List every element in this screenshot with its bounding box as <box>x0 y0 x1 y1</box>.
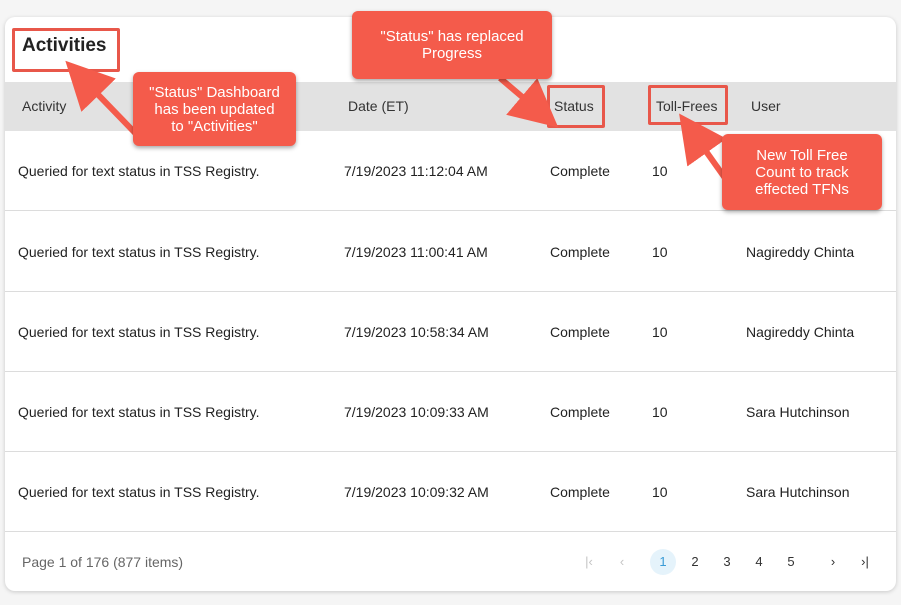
page-button-1[interactable]: 1 <box>650 549 676 575</box>
cell-activity: Queried for text status in TSS Registry. <box>18 404 260 420</box>
status-callout: "Status" has replaced Progress <box>352 11 552 79</box>
cell-toll-frees: 10 <box>652 404 668 420</box>
page-button-4[interactable]: 4 <box>746 549 772 575</box>
table-footer: Page 1 of 176 (877 items) |‹ ‹ 1 2 3 4 5… <box>5 532 896 591</box>
cell-user: Nagireddy Chinta <box>746 324 855 340</box>
last-page-button[interactable]: ›| <box>852 549 878 575</box>
cell-status: Complete <box>550 484 610 500</box>
table-row[interactable]: Queried for text status in TSS Registry.… <box>5 292 896 372</box>
page-button-3[interactable]: 3 <box>714 549 740 575</box>
cell-date: 7/19/2023 10:09:32 AM <box>344 484 489 500</box>
cell-status: Complete <box>550 324 610 340</box>
page-info: Page 1 of 176 (877 items) <box>22 554 184 570</box>
table-row[interactable]: Queried for text status in TSS Registry.… <box>5 452 896 532</box>
table-row[interactable]: Queried for text status in TSS Registry.… <box>5 212 896 292</box>
first-page-button[interactable]: |‹ <box>576 549 602 575</box>
cell-toll-frees: 10 <box>652 163 668 179</box>
cell-toll-frees: 10 <box>652 484 668 500</box>
cell-date: 7/19/2023 11:12:04 AM <box>344 163 488 179</box>
cell-date: 7/19/2023 11:00:41 AM <box>344 244 488 260</box>
table-row[interactable]: Queried for text status in TSS Registry.… <box>5 372 896 452</box>
cell-toll-frees: 10 <box>652 244 668 260</box>
activities-callout: "Status" Dashboard has been updated to "… <box>133 72 296 146</box>
cell-toll-frees: 10 <box>652 324 668 340</box>
cell-status: Complete <box>550 404 610 420</box>
cell-user: Nagireddy Chinta <box>746 244 855 260</box>
column-header-date[interactable]: Date (ET) <box>348 82 409 131</box>
prev-page-button[interactable]: ‹ <box>609 549 635 575</box>
column-header-activity[interactable]: Activity <box>22 82 66 131</box>
page-button-2[interactable]: 2 <box>682 549 708 575</box>
cell-status: Complete <box>550 244 610 260</box>
cell-date: 7/19/2023 10:09:33 AM <box>344 404 489 420</box>
status-header-highlight <box>547 85 605 128</box>
cell-activity: Queried for text status in TSS Registry. <box>18 324 260 340</box>
next-page-button[interactable]: › <box>820 549 846 575</box>
cell-user: Sara Hutchinson <box>746 404 850 420</box>
cell-activity: Queried for text status in TSS Registry. <box>18 484 260 500</box>
activities-title-highlight <box>12 28 120 72</box>
toll-frees-header-highlight <box>648 85 728 125</box>
column-header-user[interactable]: User <box>751 82 781 131</box>
cell-activity: Queried for text status in TSS Registry. <box>18 244 260 260</box>
cell-status: Complete <box>550 163 610 179</box>
toll-frees-callout: New Toll Free Count to track effected TF… <box>722 134 882 210</box>
page-button-5[interactable]: 5 <box>778 549 804 575</box>
cell-date: 7/19/2023 10:58:34 AM <box>344 324 489 340</box>
cell-user: Sara Hutchinson <box>746 484 850 500</box>
